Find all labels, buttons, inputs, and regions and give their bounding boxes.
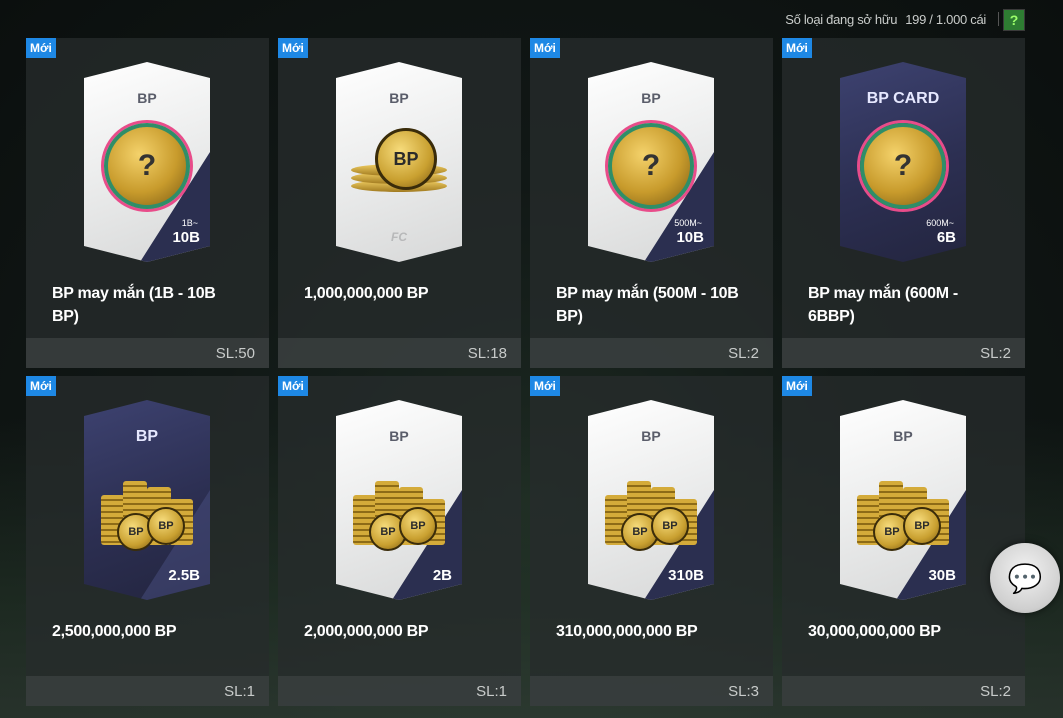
item-grid: Mới BP ? 1B~ 10B BP may mắn (1B - 10B BP… (26, 38, 1025, 706)
pack-title: BP (389, 90, 409, 106)
quantity-bar: SL:18 (278, 338, 521, 368)
item-quantity: SL:2 (728, 345, 759, 362)
quantity-bar: SL:1 (278, 676, 521, 706)
pack-image: BP CARD ? 600M~ 6B (840, 62, 966, 262)
item-name: BP may mắn (500M - 10B BP) (556, 285, 739, 325)
fc-logo-icon: FC (391, 230, 407, 244)
item-card[interactable]: Mới BP BP BP 2B 2,000,000,000 BP SL:1 (278, 376, 521, 706)
new-badge: Mới (26, 376, 56, 396)
divider (998, 12, 999, 26)
pack-amount: 10B (172, 229, 200, 246)
item-card[interactable]: Mới BP ? 1B~ 10B BP may mắn (1B - 10B BP… (26, 38, 269, 368)
new-badge: Mới (278, 376, 308, 396)
mystery-coin-icon: ? (104, 123, 190, 209)
pack-title: BP (641, 90, 661, 106)
item-quantity: SL:50 (215, 345, 255, 362)
new-badge: Mới (782, 376, 812, 396)
bp-coin-stack-icon: BP BP (101, 475, 193, 551)
item-name: 2,500,000,000 BP (52, 623, 177, 640)
pack-image: BP BP BP 30B (840, 400, 966, 600)
item-card[interactable]: Mới BP BP FC 1,000,000,000 BP SL:18 (278, 38, 521, 368)
pack-amount: 2B (432, 567, 452, 584)
new-badge: Mới (26, 38, 56, 58)
item-card[interactable]: Mới BP CARD ? 600M~ 6B BP may mắn (600M … (782, 38, 1025, 368)
pack-range: 500M~ (674, 218, 702, 228)
pack-range: 600M~ (926, 218, 954, 228)
quantity-bar: SL:2 (782, 338, 1025, 368)
coin-medal: BP (903, 507, 941, 545)
item-quantity: SL:2 (980, 345, 1011, 362)
pack-amount: 310B (668, 567, 704, 584)
new-badge: Mới (782, 38, 812, 58)
item-quantity: SL:18 (467, 345, 507, 362)
owned-label: Số loại đang sở hữu (785, 11, 898, 27)
item-name: 310,000,000,000 BP (556, 623, 698, 640)
item-card[interactable]: Mới BP BP BP 2.5B 2,500,000,000 BP SL:1 (26, 376, 269, 706)
pack-amount: 2.5B (168, 567, 200, 584)
quantity-bar: SL:2 (530, 338, 773, 368)
item-card[interactable]: Mới BP BP BP 310B 310,000,000,000 BP SL:… (530, 376, 773, 706)
pack-title: BP (135, 428, 159, 445)
item-name: BP may mắn (600M - 6BBP) (808, 285, 958, 325)
mystery-coin-icon: ? (860, 123, 946, 209)
pack-amount: 10B (676, 229, 704, 246)
new-badge: Mới (530, 38, 560, 58)
bp-coin-stack-icon: BP BP (353, 475, 445, 551)
pack-image: BP BP BP 2.5B (84, 400, 210, 600)
bp-coins-icon: BP (351, 128, 447, 196)
owned-summary: Số loại đang sở hữu 199 / 1.000 cái (785, 8, 999, 30)
chat-support-button[interactable]: 💬 (990, 543, 1060, 613)
pack-amount: 30B (928, 567, 956, 584)
quantity-bar: SL:2 (782, 676, 1025, 706)
item-quantity: SL:2 (980, 683, 1011, 700)
coin-medal: BP (651, 507, 689, 545)
pack-image: BP BP BP 310B (588, 400, 714, 600)
chat-person-icon: 💬 (1007, 562, 1043, 594)
pack-title: BP (137, 90, 157, 106)
coin-medal: BP (399, 507, 437, 545)
bp-coin-stack-icon: BP BP (605, 475, 697, 551)
owned-count: 199 / 1.000 cái (905, 11, 986, 27)
coin-medal: BP (147, 507, 185, 545)
pack-amount: 6B (936, 229, 956, 246)
pack-image: BP ? 500M~ 10B (588, 62, 714, 262)
new-badge: Mới (530, 376, 560, 396)
item-name: BP may mắn (1B - 10B BP) (52, 285, 216, 325)
pack-image: BP BP BP 2B (336, 400, 462, 600)
pack-image: BP ? 1B~ 10B (84, 62, 210, 262)
item-name: 2,000,000,000 BP (304, 623, 429, 640)
pack-title: BP (641, 428, 661, 444)
pack-image: BP BP FC (336, 62, 462, 262)
item-quantity: SL:1 (224, 683, 255, 700)
bp-coin-stack-icon: BP BP (857, 475, 949, 551)
item-name: 1,000,000,000 BP (304, 285, 429, 302)
item-card[interactable]: Mới BP BP BP 30B 30,000,000,000 BP SL:2 (782, 376, 1025, 706)
item-quantity: SL:3 (728, 683, 759, 700)
help-button[interactable]: ? (1003, 9, 1025, 31)
pack-range: 1B~ (181, 218, 198, 228)
quantity-bar: SL:3 (530, 676, 773, 706)
pack-title: BP CARD (866, 90, 940, 107)
new-badge: Mới (278, 38, 308, 58)
item-quantity: SL:1 (476, 683, 507, 700)
coin-face: BP (375, 128, 437, 190)
pack-title: BP (893, 428, 913, 444)
quantity-bar: SL:50 (26, 338, 269, 368)
item-card[interactable]: Mới BP ? 500M~ 10B BP may mắn (500M - 10… (530, 38, 773, 368)
pack-title: BP (389, 428, 409, 444)
mystery-coin-icon: ? (608, 123, 694, 209)
quantity-bar: SL:1 (26, 676, 269, 706)
item-name: 30,000,000,000 BP (808, 623, 941, 640)
